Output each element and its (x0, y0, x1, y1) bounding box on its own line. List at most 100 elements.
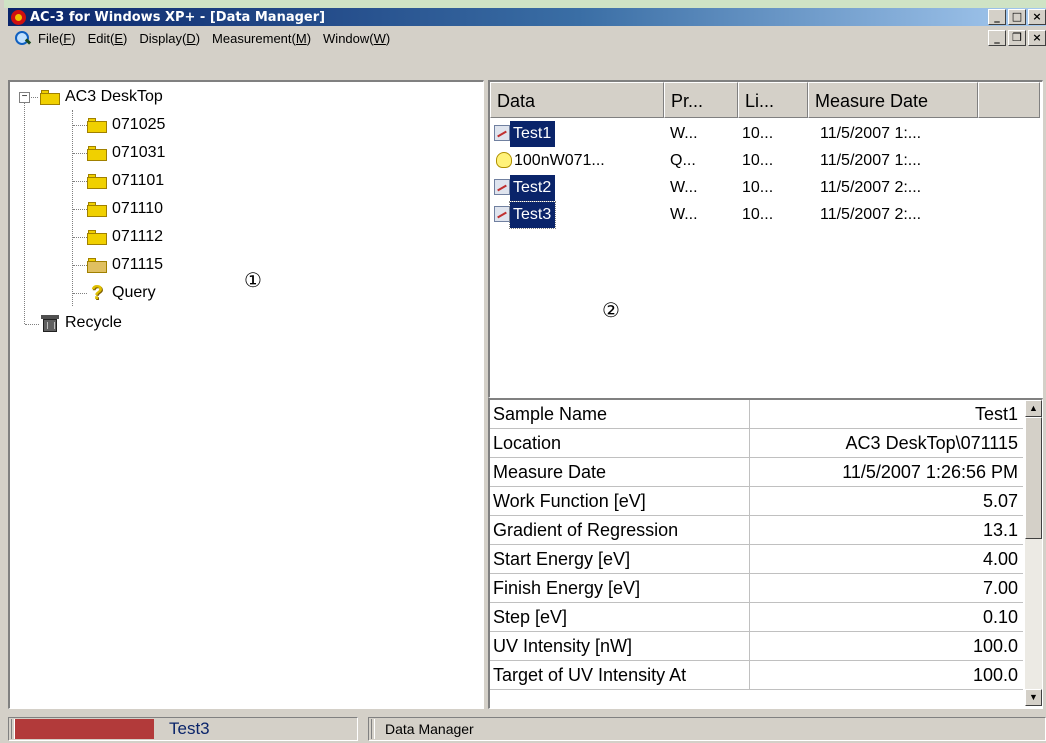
property-row[interactable]: Step [eV] 0.10 (490, 603, 1023, 632)
tree-connector (73, 265, 87, 266)
tree-connector (73, 181, 87, 182)
tree-connector (73, 237, 87, 238)
tree-item-folder[interactable]: 071025 (87, 113, 165, 137)
folder-tree: − AC3 DeskTop 071025 071031 071101 07111… (10, 82, 483, 708)
progress-fill (15, 719, 154, 739)
tree-item-root[interactable]: AC3 DeskTop (40, 85, 163, 109)
tree-item-label: Recycle (65, 314, 122, 331)
tree-item-folder[interactable]: 071112 (87, 225, 163, 249)
menu-edit[interactable]: Edit(E) (88, 31, 128, 46)
properties-scrollbar[interactable]: ▲ ▼ (1025, 400, 1042, 706)
status-bar: Test3 Data Manager (8, 714, 1046, 743)
close-button[interactable]: × (1028, 9, 1046, 25)
progress-bar: Test3 (8, 717, 358, 741)
tree-item-label: 071031 (112, 144, 166, 161)
annotation-marker-2: ② (602, 298, 620, 322)
progress-label: Test3 (169, 719, 210, 738)
magnifier-icon[interactable] (14, 30, 32, 46)
tree-item-label: 071101 (112, 172, 165, 189)
property-value: 5.07 (982, 491, 1018, 511)
list-cell-data: Test2 (510, 175, 556, 201)
property-row[interactable]: Measure Date 11/5/2007 1:26:56 PM (490, 458, 1023, 487)
list-cell-li: 10... (742, 152, 774, 169)
tree-item-recycle[interactable]: Recycle (40, 311, 122, 335)
child-close-button[interactable]: × (1028, 30, 1046, 46)
graph-icon (494, 179, 510, 195)
menu-display[interactable]: Display(D) (139, 31, 200, 46)
list-cell-li: 10... (742, 206, 774, 223)
property-row[interactable]: Work Function [eV] 5.07 (490, 487, 1023, 516)
column-header-li[interactable]: Li... (738, 82, 808, 118)
list-row[interactable]: Test1 W... 10... 11/5/2007 1:... (490, 121, 1042, 147)
annotation-marker-1: ① (244, 268, 262, 292)
folder-icon (87, 229, 107, 245)
property-name: Step [eV] (493, 603, 750, 631)
status-panel: Data Manager (368, 717, 1046, 741)
scroll-thumb[interactable] (1025, 417, 1042, 539)
list-cell-li: 10... (742, 125, 774, 142)
property-value: AC3 DeskTop\071115 (845, 433, 1018, 453)
property-row[interactable]: Start Energy [eV] 4.00 (490, 545, 1023, 574)
list-cell-pr: W... (670, 206, 698, 223)
tree-item-label: 071115 (112, 256, 164, 273)
list-row[interactable]: Test3 W... 10... 11/5/2007 2:... (490, 201, 1042, 229)
child-restore-button[interactable]: ❐ (1008, 30, 1026, 46)
graph-icon (494, 206, 510, 222)
tree-item-folder[interactable]: 071101 (87, 169, 164, 193)
column-header-data[interactable]: Data (490, 82, 664, 118)
tree-item-folder[interactable]: 071110 (87, 197, 163, 221)
column-header-pr[interactable]: Pr... (664, 82, 738, 118)
scroll-up-button[interactable]: ▲ (1025, 400, 1042, 417)
tree-connector (25, 324, 39, 325)
tree-connector (72, 110, 73, 306)
list-row[interactable]: Test2 W... 10... 11/5/2007 2:... (490, 175, 1042, 201)
list-row[interactable]: 100nW071... Q... 10... 11/5/2007 1:... (490, 148, 1042, 174)
column-header-empty (978, 82, 1040, 118)
open-folder-icon (87, 257, 107, 273)
property-row[interactable]: Location AC3 DeskTop\071115 (490, 429, 1023, 458)
tree-item-label: 071025 (112, 116, 166, 133)
property-value: 0.10 (982, 607, 1018, 627)
list-cell-date: 11/5/2007 2:... (820, 206, 922, 223)
menu-window[interactable]: Window(W) (323, 31, 390, 46)
data-list-pane[interactable]: Data Pr... Li... Measure Date Test1 W...… (488, 80, 1043, 398)
property-value: 4.00 (982, 549, 1018, 569)
tree-connector (73, 125, 87, 126)
app-icon[interactable] (11, 9, 26, 25)
tree-item-folder[interactable]: 071031 (87, 141, 165, 165)
properties-pane[interactable]: Sample Name Test1 Location AC3 DeskTop\0… (488, 398, 1043, 709)
child-minimize-button[interactable]: _ (988, 30, 1006, 46)
scroll-down-button[interactable]: ▼ (1025, 689, 1042, 706)
property-row[interactable]: Gradient of Regression 13.1 (490, 516, 1023, 545)
tree-item-query[interactable]: ? Query (87, 281, 156, 305)
menu-measurement[interactable]: Measurement(M) (212, 31, 311, 46)
property-row[interactable]: Sample Name Test1 (490, 400, 1023, 429)
list-cell-data: 100nW071... (514, 152, 605, 169)
tree-connector (73, 153, 87, 154)
tree-item-label: Query (112, 284, 156, 301)
property-row[interactable]: Target of UV Intensity At 100.0 (490, 661, 1023, 690)
property-value: 13.1 (982, 520, 1018, 540)
tree-connector (73, 293, 87, 294)
property-name: Work Function [eV] (493, 487, 750, 515)
folder-icon (40, 89, 60, 105)
list-cell-pr: Q... (670, 152, 696, 169)
property-value: 100.0 (972, 665, 1018, 685)
property-name: Target of UV Intensity At (493, 661, 750, 689)
maximize-button[interactable]: □ (1008, 9, 1026, 25)
graph-icon (494, 125, 510, 141)
tree-connector (29, 97, 38, 98)
property-row[interactable]: UV Intensity [nW] 100.0 (490, 632, 1023, 661)
column-header-measure-date[interactable]: Measure Date (808, 82, 978, 118)
menu-file[interactable]: File(F) (38, 31, 76, 46)
minimize-button[interactable]: _ (988, 9, 1006, 25)
folder-icon (87, 117, 107, 133)
tree-connector (24, 102, 25, 324)
tree-item-folder-open[interactable]: 071115 (87, 253, 163, 277)
folder-tree-pane[interactable]: − AC3 DeskTop 071025 071031 071101 07111… (8, 80, 484, 709)
menu-bar: File(F) Edit(E) Display(D) Measurement(M… (8, 26, 1046, 50)
property-row[interactable]: Finish Energy [eV] 7.00 (490, 574, 1023, 603)
property-name: Finish Energy [eV] (493, 574, 750, 602)
property-name: Sample Name (493, 400, 750, 428)
title-bar[interactable]: AC-3 for Windows XP+ - [Data Manager] _ … (8, 8, 1046, 26)
